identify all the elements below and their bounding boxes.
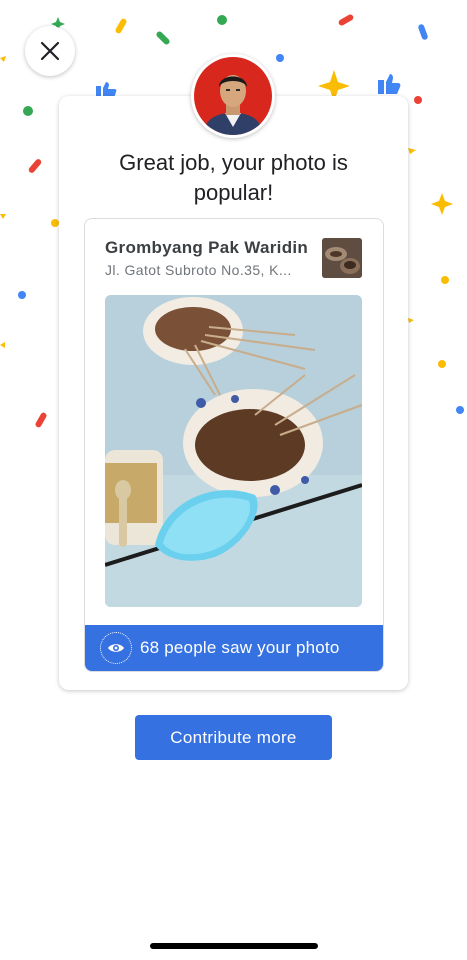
contribute-more-button[interactable]: Contribute more [135,715,332,760]
close-icon [40,41,60,61]
user-portrait-image [194,57,272,135]
home-indicator[interactable] [150,943,318,949]
place-photo-card[interactable]: Grombyang Pak Waridin Jl. Gatot Subroto … [84,218,384,672]
headline-line-2: popular! [193,180,274,205]
place-name: Grombyang Pak Waridin [105,238,309,257]
place-address: Jl. Gatot Subroto No.35, K... [105,262,292,278]
headline-line-1: Great job, your photo is [119,150,348,175]
close-button[interactable] [25,26,75,76]
headline: Great job, your photo is popular! [0,148,467,208]
eye-icon [100,632,132,664]
views-bar: 68 people saw your photo [85,625,383,671]
views-count-text: 68 people saw your photo [140,638,340,657]
avatar [191,54,275,138]
food-photo[interactable] [105,295,362,607]
place-thumbnail [322,238,362,278]
